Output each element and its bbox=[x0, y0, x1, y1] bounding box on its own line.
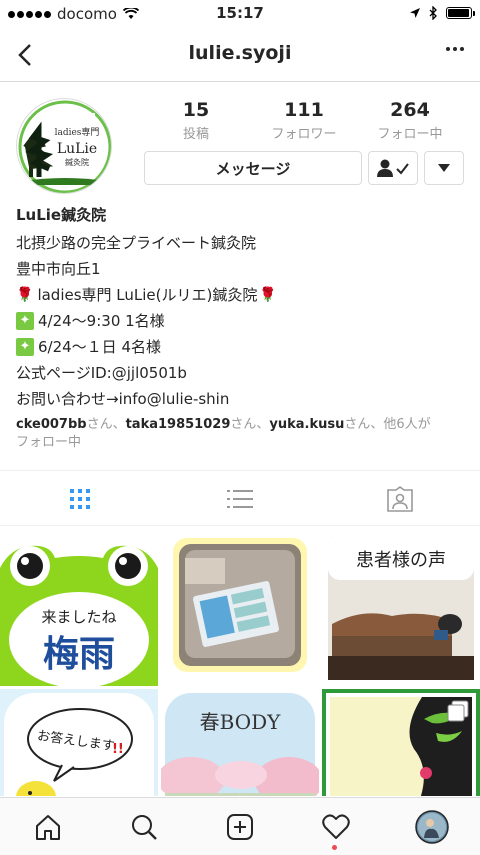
bottom-tab-bar bbox=[0, 797, 480, 855]
post-thumbnail[interactable]: 患者様の声 bbox=[322, 528, 480, 686]
status-bar: docomo 15:17 bbox=[0, 0, 480, 28]
avatar[interactable]: ladies専門 LuLie 鍼灸院 bbox=[16, 98, 112, 194]
follower-username[interactable]: yuka.kusu bbox=[269, 417, 344, 432]
stat-posts-label: 投稿 bbox=[182, 127, 209, 142]
post-thumbnail[interactable] bbox=[322, 689, 480, 796]
rose-icon: 🌹 bbox=[259, 287, 277, 303]
battery-icon bbox=[446, 7, 475, 19]
posts-grid: 来ましたね 梅雨 患者様の声 お答えします !! 春BODY bbox=[0, 528, 480, 796]
list-icon bbox=[227, 490, 253, 508]
svg-text:梅雨: 梅雨 bbox=[43, 634, 115, 675]
bio-line: 🌹 ladies専門 LuLie(ルリエ)鍼灸院 🌹 bbox=[16, 282, 466, 308]
stat-followers-count: 111 bbox=[284, 99, 324, 121]
location-icon bbox=[410, 8, 420, 18]
stat-following-label: フォロー中 bbox=[377, 127, 443, 142]
profile-view-tabs bbox=[0, 470, 480, 526]
tab-list[interactable] bbox=[160, 471, 320, 527]
message-button[interactable]: メッセージ bbox=[144, 151, 362, 185]
svg-text:LuLie: LuLie bbox=[57, 141, 97, 157]
tab-activity[interactable] bbox=[288, 798, 384, 855]
nav-bar: lulie.syoji bbox=[0, 28, 480, 82]
svg-text:ladies専門: ladies専門 bbox=[55, 126, 100, 138]
tagged-user-icon bbox=[387, 486, 413, 512]
followed-by-summary[interactable]: cke007bbさん、taka19851029さん、yuka.kusuさん、他6… bbox=[16, 416, 466, 452]
status-time: 15:17 bbox=[216, 4, 264, 22]
tab-home[interactable] bbox=[0, 798, 96, 855]
profile-username-title: lulie.syoji bbox=[188, 42, 292, 64]
tab-grid[interactable] bbox=[0, 471, 160, 527]
stat-following-count: 264 bbox=[390, 99, 430, 121]
lulie-logo: ladies専門 LuLie 鍼灸院 bbox=[18, 100, 111, 193]
bio-line: お問い合わせ→info@lulie-shin bbox=[16, 390, 230, 408]
sparkle-icon: ✦ bbox=[16, 312, 34, 330]
profile-avatar-icon bbox=[415, 810, 449, 844]
stat-posts-count: 15 bbox=[182, 99, 210, 121]
profile-name: LuLie鍼灸院 bbox=[16, 206, 107, 224]
bio-line: ✦ 4/24〜9:30 1名様 bbox=[16, 308, 466, 334]
activity-notification-dot bbox=[332, 845, 337, 850]
heart-icon bbox=[322, 814, 350, 839]
stat-followers-label: フォロワー bbox=[271, 127, 337, 142]
svg-text:患者様の声: 患者様の声 bbox=[356, 550, 446, 571]
tab-search[interactable] bbox=[96, 798, 192, 855]
post-thumbnail[interactable] bbox=[161, 528, 319, 686]
tab-tagged[interactable] bbox=[320, 471, 480, 527]
rose-icon: 🌹 bbox=[16, 287, 34, 303]
suggestions-dropdown-button[interactable] bbox=[424, 151, 464, 185]
svg-text:春BODY: 春BODY bbox=[200, 710, 282, 734]
bio-line: 豊中市向丘1 bbox=[16, 260, 101, 278]
search-icon bbox=[132, 815, 157, 840]
bio-line: 公式ページID:@jjl0501b bbox=[16, 364, 187, 382]
person-check-icon bbox=[377, 159, 409, 177]
svg-text:鍼灸院: 鍼灸院 bbox=[65, 157, 89, 167]
bio-line: ✦ 6/24〜１日 4名様 bbox=[16, 334, 466, 360]
stat-posts[interactable]: 15 投稿 bbox=[146, 99, 246, 142]
follower-username[interactable]: taka19851029 bbox=[126, 417, 231, 432]
post-thumbnail[interactable]: 来ましたね 梅雨 bbox=[0, 528, 158, 686]
profile-bio: LuLie鍼灸院 北摂少路の完全プライベート鍼灸院 豊中市向丘1 🌹 ladie… bbox=[16, 206, 466, 412]
svg-text:!!: !! bbox=[112, 742, 124, 757]
add-post-icon bbox=[227, 814, 253, 840]
sparkle-icon: ✦ bbox=[16, 338, 34, 356]
triangle-down-icon bbox=[438, 164, 450, 172]
svg-text:来ましたね: 来ましたね bbox=[41, 608, 116, 626]
bluetooth-icon bbox=[429, 6, 437, 20]
battery-fill bbox=[448, 9, 469, 17]
post-thumbnail[interactable]: 春BODY bbox=[161, 689, 319, 796]
stat-followers[interactable]: 111 フォロワー bbox=[254, 99, 354, 142]
bio-line: 北摂少路の完全プライベート鍼灸院 bbox=[16, 234, 257, 252]
post-thumbnail[interactable]: お答えします !! bbox=[0, 689, 158, 796]
more-options-icon[interactable] bbox=[444, 38, 466, 66]
home-icon bbox=[36, 815, 60, 840]
stat-following[interactable]: 264 フォロー中 bbox=[360, 99, 460, 142]
tab-new-post[interactable] bbox=[192, 798, 288, 855]
tab-profile[interactable] bbox=[384, 798, 480, 855]
status-right bbox=[409, 6, 475, 20]
following-button[interactable] bbox=[368, 151, 418, 185]
follower-username[interactable]: cke007bb bbox=[16, 417, 87, 432]
grid-icon bbox=[70, 489, 90, 509]
